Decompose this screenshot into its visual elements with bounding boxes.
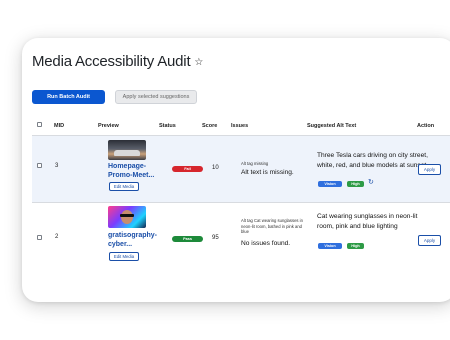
media-thumbnail[interactable]: [108, 140, 146, 160]
column-header-preview: Preview: [98, 123, 119, 129]
select-all-checkbox[interactable]: [37, 122, 42, 127]
media-title-link[interactable]: gratisography-cyber...: [108, 232, 158, 249]
column-header-status: Status: [159, 123, 176, 129]
issues-summary: No issues found.: [241, 240, 291, 247]
column-header-action: Action: [417, 123, 435, 129]
column-header-suggested-alt-text: Suggested Alt Text: [307, 123, 357, 129]
row-score: 10: [212, 165, 219, 171]
column-header-score: Score: [202, 123, 218, 129]
refresh-icon[interactable]: ↻: [368, 178, 374, 186]
high-confidence-tag: High: [347, 243, 364, 249]
page-title: Media Accessibility Audit ☆: [32, 53, 203, 70]
row-score: 95: [212, 235, 219, 241]
table-header: MID Preview Status Score Issues Suggeste…: [32, 116, 450, 136]
edit-media-button[interactable]: Edit Media: [109, 252, 139, 261]
apply-button[interactable]: Apply: [418, 235, 441, 246]
run-batch-audit-button[interactable]: Run Batch Audit: [32, 90, 105, 104]
row-checkbox[interactable]: [37, 235, 42, 240]
high-confidence-tag: High: [347, 181, 364, 187]
audit-card: Media Accessibility Audit ☆ Run Batch Aud…: [22, 38, 450, 302]
apply-selected-suggestions-button[interactable]: Apply selected suggestions: [115, 90, 197, 104]
issues-detail: Alt tag missing: [241, 161, 269, 166]
vision-tag: Vision: [318, 243, 342, 249]
table-row: 2 gratisography-cyber... Edit Media Pass…: [32, 203, 450, 275]
row-mid: 2: [55, 234, 59, 240]
media-thumbnail[interactable]: [108, 206, 146, 228]
status-badge: Pass: [172, 236, 203, 242]
row-mid: 3: [55, 163, 59, 169]
apply-button[interactable]: Apply: [418, 164, 441, 175]
column-header-mid: MID: [54, 123, 65, 129]
suggested-alt-text: Cat wearing sunglasses in neon-lit room,…: [317, 213, 418, 230]
suggested-alt-text: Three Tesla cars driving on city street,…: [317, 152, 428, 169]
star-icon[interactable]: ☆: [194, 57, 203, 68]
row-checkbox[interactable]: [37, 163, 42, 168]
issues-detail: Alt tag Cat wearing sunglasses in neon-l…: [241, 218, 303, 235]
column-header-issues: Issues: [231, 123, 249, 129]
edit-media-button[interactable]: Edit Media: [109, 182, 139, 191]
page-title-text: Media Accessibility Audit: [32, 53, 191, 70]
vision-tag: Vision: [318, 181, 342, 187]
issues-summary: Alt text is missing.: [241, 169, 294, 176]
media-title-link[interactable]: Homepage-Promo-Meet...: [108, 163, 158, 180]
status-badge: Fail: [172, 166, 203, 172]
table-row: 3 Homepage-Promo-Meet... Edit Media Fail…: [32, 136, 450, 203]
